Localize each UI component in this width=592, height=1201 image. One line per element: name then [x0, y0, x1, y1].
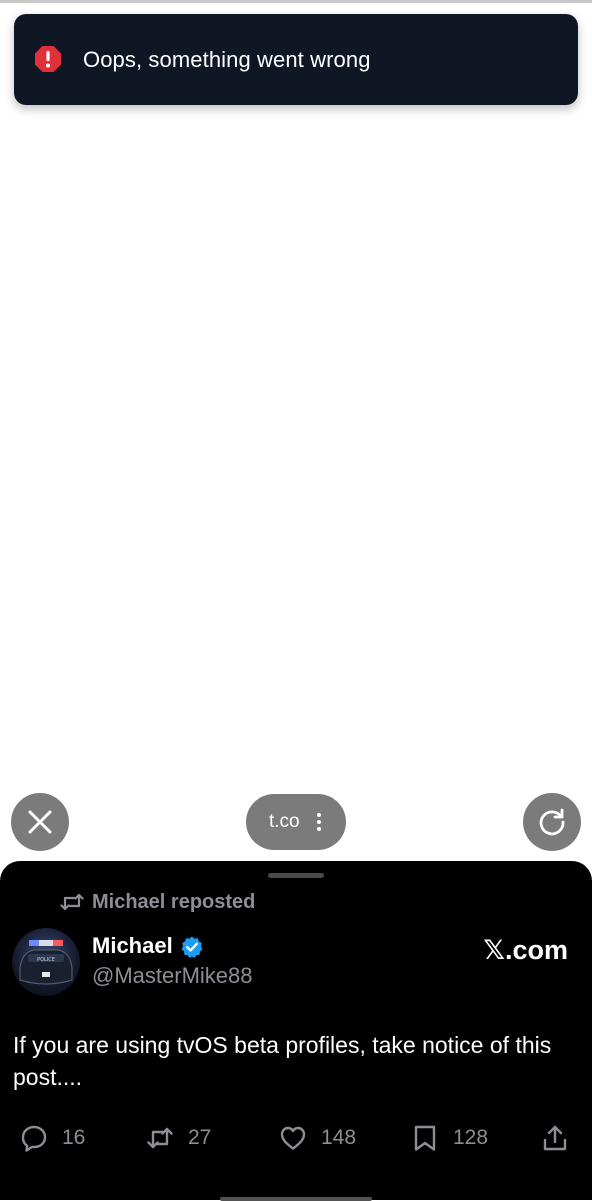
- post-actions: 16 27 148 128: [0, 1123, 592, 1153]
- x-com-logo: 𝕏.com: [483, 935, 568, 965]
- top-divider: [0, 0, 592, 3]
- url-label: t.co: [269, 811, 300, 832]
- repost-action-icon: [147, 1127, 173, 1149]
- like-button[interactable]: 148: [279, 1123, 356, 1153]
- repost-button[interactable]: 27: [146, 1123, 211, 1153]
- reload-icon: [539, 808, 565, 836]
- home-indicator: [220, 1197, 372, 1201]
- alert-octagon-icon: [35, 46, 61, 72]
- repost-count: 27: [188, 1126, 212, 1149]
- bookmark-icon: [414, 1125, 436, 1151]
- heart-icon: [280, 1126, 306, 1150]
- bookmark-count: 128: [453, 1126, 489, 1149]
- avatar-image: POLICE: [19, 940, 73, 985]
- reload-button[interactable]: [523, 793, 581, 851]
- repost-label: Michael reposted: [92, 890, 256, 913]
- close-button[interactable]: [11, 793, 69, 851]
- post-preview-sheet: Michael reposted POLICE Michael @MasterM…: [0, 861, 592, 1201]
- avatar[interactable]: POLICE: [12, 928, 80, 996]
- share-button[interactable]: [541, 1123, 569, 1153]
- post-text: If you are using tvOS beta profiles, tak…: [13, 1032, 552, 1090]
- verified-badge-icon: [181, 936, 203, 958]
- svg-text:POLICE: POLICE: [37, 957, 55, 963]
- url-pill[interactable]: t.co: [246, 794, 346, 850]
- reply-count: 16: [62, 1126, 86, 1149]
- repost-context: Michael reposted: [60, 889, 255, 915]
- toast-message: Oops, something went wrong: [83, 47, 371, 72]
- reply-button[interactable]: 16: [20, 1123, 85, 1153]
- kebab-menu-icon[interactable]: [316, 812, 322, 832]
- share-icon: [543, 1125, 567, 1151]
- sheet-grabber[interactable]: [268, 873, 324, 878]
- like-count: 148: [321, 1126, 357, 1149]
- bookmark-button[interactable]: 128: [411, 1123, 488, 1153]
- author-name[interactable]: Michael: [92, 931, 173, 961]
- close-icon: [28, 810, 52, 834]
- reply-icon: [21, 1125, 47, 1152]
- author-handle[interactable]: @MasterMike88: [92, 961, 253, 991]
- repost-icon: [60, 893, 84, 911]
